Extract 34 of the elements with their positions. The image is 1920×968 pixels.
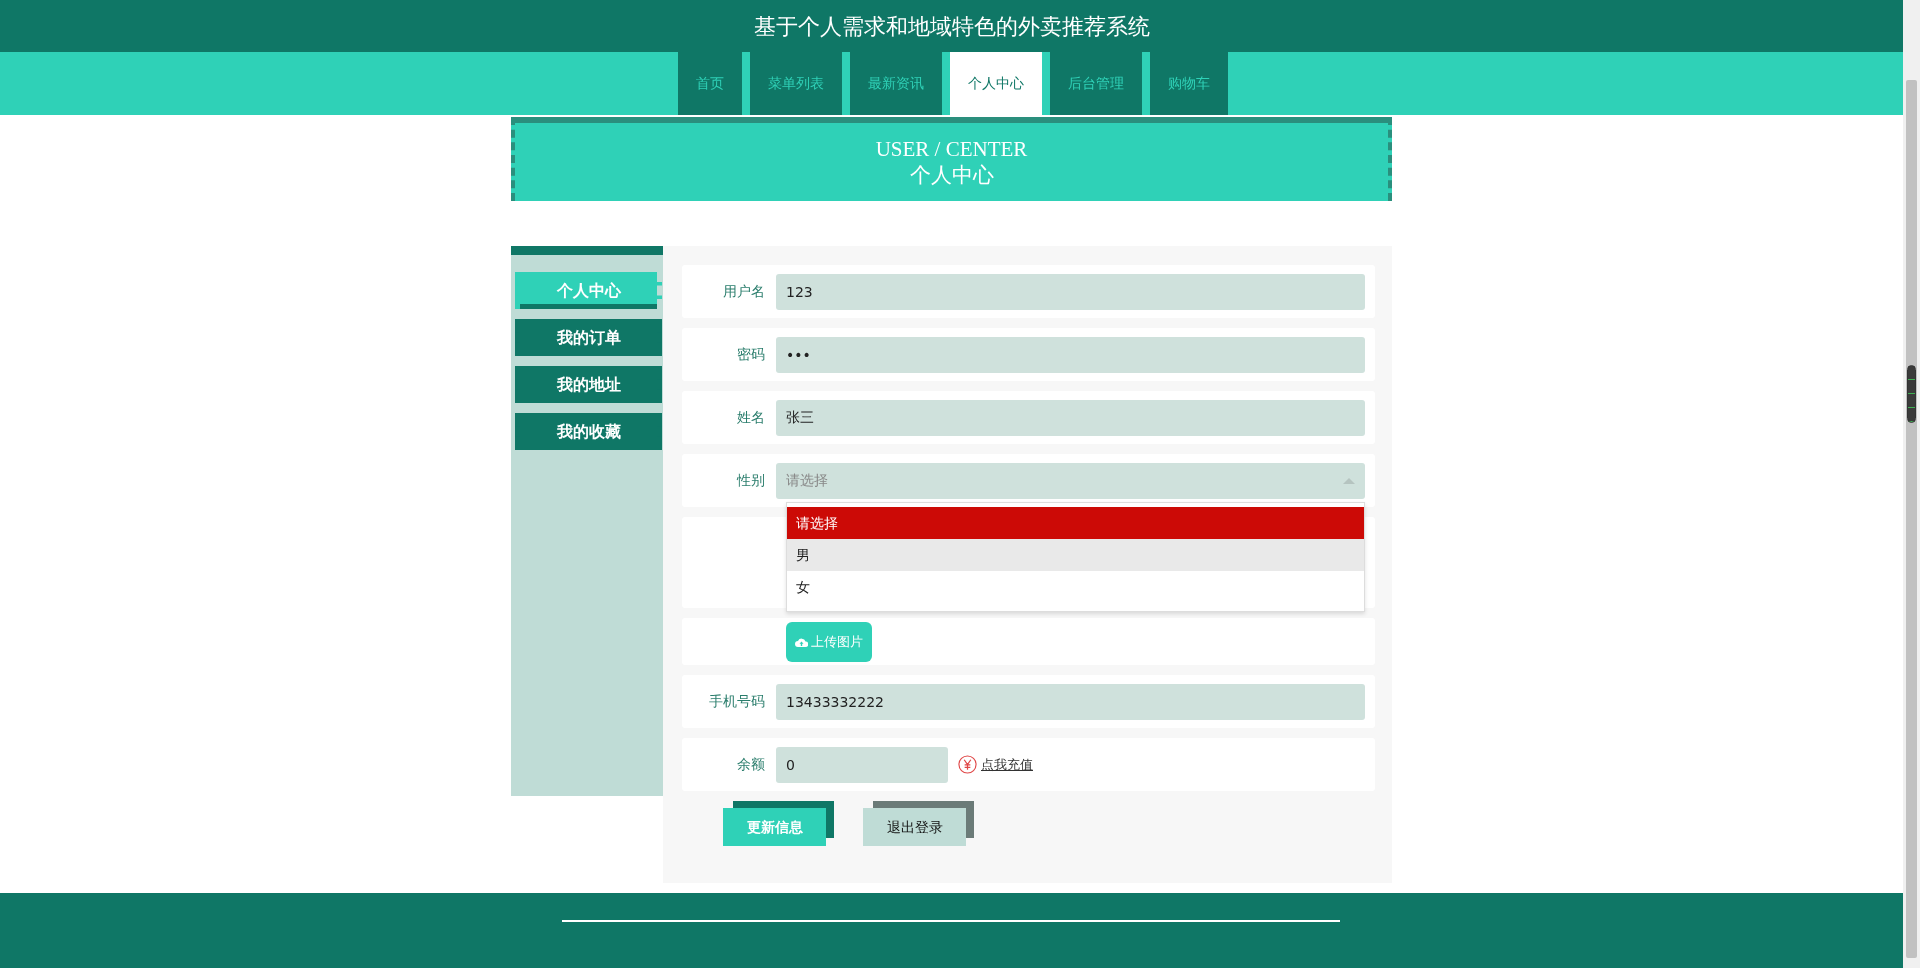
yen-icon [958, 755, 977, 774]
cloud-upload-icon [795, 636, 808, 647]
nav-tab[interactable]: 最新资讯 [850, 52, 942, 115]
field-label: 密码 [736, 345, 766, 364]
nav-tab[interactable]: 购物车 [1150, 52, 1228, 115]
site-title: 基于个人需求和地域特色的外卖推荐系统 [753, 12, 1150, 41]
nav-tab[interactable]: 后台管理 [1050, 52, 1142, 115]
banner-title: USER / CENTER [875, 135, 1028, 162]
dropdown-option[interactable]: 女 [787, 571, 1364, 603]
dropdown-option[interactable]: 男 [787, 539, 1364, 571]
field-label: 手机号码 [708, 692, 766, 711]
banner-subtitle: 个人中心 [909, 162, 994, 189]
sidebar-item[interactable]: 我的订单 [515, 319, 662, 356]
nav-tab[interactable]: 个人中心 [950, 52, 1042, 115]
input-field[interactable]: 张三 [776, 399, 1365, 436]
sidebar-item[interactable]: 我的收藏 [515, 413, 662, 450]
scrollbar-thumb[interactable] [1907, 365, 1916, 423]
field-label: 性别 [735, 471, 766, 490]
logout-button[interactable]: 退出登录 [863, 801, 974, 846]
input-field[interactable]: 123 [776, 273, 1365, 310]
nav-tab[interactable]: 首页 [678, 52, 742, 115]
sidebar-item[interactable]: 我的地址 [515, 366, 662, 403]
input-field[interactable]: 0 [776, 746, 948, 783]
dropdown-option[interactable]: 请选择 [787, 507, 1364, 539]
select-field[interactable]: 请选择 [776, 462, 1365, 499]
input-field[interactable]: 13433332222 [776, 683, 1365, 720]
recharge-link[interactable]: 点我充值 [981, 754, 1033, 775]
field-label: 姓名 [736, 408, 766, 427]
field-label: 用户名 [722, 282, 766, 301]
input-field[interactable]: ••• [776, 336, 1365, 373]
scrollbar[interactable] [1903, 0, 1920, 968]
select-placeholder: 请选择 [786, 471, 828, 490]
nav-tab[interactable]: 菜单列表 [750, 52, 842, 115]
field-label: 余额 [736, 755, 766, 774]
